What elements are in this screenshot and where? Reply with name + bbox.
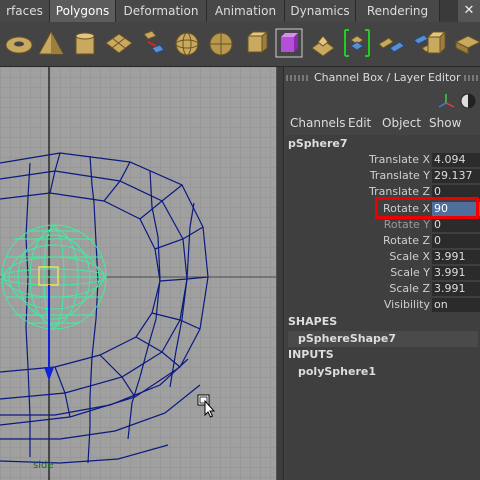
combine-icon[interactable] xyxy=(136,26,170,60)
attr-value-field[interactable]: 3.991 xyxy=(432,250,480,264)
attr-value-field[interactable]: 3.991 xyxy=(432,282,480,296)
panel-title: Channel Box / Layer Editor xyxy=(314,71,461,84)
tab-rendering[interactable]: Rendering xyxy=(356,0,440,22)
shapes-header: SHAPES xyxy=(288,315,338,328)
cube-icon[interactable] xyxy=(238,26,272,60)
tab-surfaces[interactable]: rfaces xyxy=(0,0,50,22)
attr-scale-z[interactable]: Scale Z 3.991 xyxy=(286,281,480,297)
split-icon[interactable] xyxy=(340,26,374,60)
tab-animation[interactable]: Animation xyxy=(207,0,285,22)
channel-box-content: pSphere7 Translate X 4.094 Translate Y 2… xyxy=(286,135,480,480)
tab-dynamics[interactable]: Dynamics xyxy=(285,0,356,22)
bridge-icon[interactable] xyxy=(374,26,408,60)
attr-label[interactable]: Scale X xyxy=(389,250,430,263)
menu-edit[interactable]: Edit xyxy=(348,113,371,133)
object-name[interactable]: pSphere7 xyxy=(288,137,348,150)
shape-node[interactable]: pSphereShape7 xyxy=(288,331,478,347)
attr-value-field[interactable]: on xyxy=(432,298,480,312)
channel-box-menu-bar: Channels Edit Object Show xyxy=(284,113,480,133)
camera-view-label: side xyxy=(33,460,54,471)
sphere-icon[interactable] xyxy=(170,26,204,60)
attr-rotate-z[interactable]: Rotate Z 0 xyxy=(286,233,480,249)
menu-object[interactable]: Object xyxy=(382,113,421,133)
inputs-header: INPUTS xyxy=(288,348,334,361)
attr-translate-x[interactable]: Translate X 4.094 xyxy=(286,152,480,168)
cylinder-icon[interactable] xyxy=(68,26,102,60)
attr-value-field[interactable]: 0 xyxy=(432,234,480,248)
plane-icon[interactable] xyxy=(102,26,136,60)
menu-channels[interactable]: Channels xyxy=(290,113,346,133)
viewport-canvas xyxy=(0,67,276,480)
menu-show[interactable]: Show xyxy=(429,113,461,133)
torus-icon[interactable] xyxy=(2,26,36,60)
attr-value-field[interactable]: 4.094 xyxy=(432,153,480,167)
attr-label[interactable]: Translate Y xyxy=(370,169,430,182)
panel-splitter[interactable] xyxy=(276,67,284,480)
cube-bevel-icon[interactable] xyxy=(420,26,454,60)
attr-label[interactable]: Translate X xyxy=(369,153,430,166)
attr-translate-y[interactable]: Translate Y 29.137 xyxy=(286,168,480,184)
polygon-shelf xyxy=(0,22,480,67)
shelf-tab-bar: rfaces Polygons Deformation Animation Dy… xyxy=(0,0,480,23)
purple-cube-icon[interactable] xyxy=(272,26,306,60)
attr-scale-x[interactable]: Scale X 3.991 xyxy=(286,249,480,265)
attr-label[interactable]: Rotate Y xyxy=(384,218,430,231)
attr-value-field[interactable]: 29.137 xyxy=(432,169,480,183)
side-viewport[interactable]: side xyxy=(0,67,276,480)
panel-title-bar[interactable]: Channel Box / Layer Editor xyxy=(284,67,480,89)
attr-label[interactable]: Rotate Z xyxy=(383,234,430,247)
drag-grip-icon[interactable] xyxy=(286,75,308,81)
attr-value-field[interactable]: 0 xyxy=(432,218,480,232)
extrude-icon[interactable] xyxy=(306,26,340,60)
sphere-faces-icon[interactable] xyxy=(204,26,238,60)
channel-box-panel: Channel Box / Layer Editor Channels Edit… xyxy=(284,67,480,480)
tab-polygons[interactable]: Polygons xyxy=(50,0,116,22)
attr-label[interactable]: Scale Z xyxy=(389,282,430,295)
plane-extrude-icon[interactable] xyxy=(450,26,480,60)
attr-visibility[interactable]: Visibility on xyxy=(286,297,480,313)
cone-icon[interactable] xyxy=(34,26,68,60)
attribute-editor-icon[interactable] xyxy=(460,93,476,109)
panel-toolbar-icons xyxy=(438,93,476,109)
close-icon[interactable]: ✕ xyxy=(458,0,480,22)
highlight-box xyxy=(375,197,479,219)
axis-orient-icon[interactable] xyxy=(438,94,455,108)
attr-label[interactable]: Scale Y xyxy=(390,266,430,279)
input-node[interactable]: polySphere1 xyxy=(288,364,478,380)
attr-value-field[interactable]: 3.991 xyxy=(432,266,480,280)
attr-label[interactable]: Visibility xyxy=(384,298,430,311)
drag-grip-icon[interactable] xyxy=(464,75,480,81)
attr-scale-y[interactable]: Scale Y 3.991 xyxy=(286,265,480,281)
tab-deformation[interactable]: Deformation xyxy=(116,0,207,22)
attr-rotate-y[interactable]: Rotate Y 0 xyxy=(286,217,480,233)
